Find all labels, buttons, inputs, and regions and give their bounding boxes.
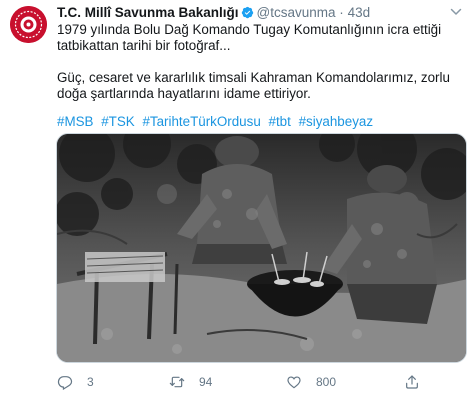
reply-icon bbox=[57, 376, 73, 390]
hashtag-link[interactable]: #tbt bbox=[269, 114, 291, 129]
tweet-header: T.C. Millî Savunma Bakanlığı @tcsavunma ·… bbox=[57, 4, 463, 22]
reply-button[interactable]: 3 bbox=[57, 372, 94, 392]
tweet-photo[interactable] bbox=[56, 133, 467, 363]
tweet-actions: 3 94 800 bbox=[57, 372, 457, 392]
like-icon bbox=[287, 376, 301, 389]
timestamp[interactable]: 43d bbox=[348, 5, 371, 20]
share-icon bbox=[406, 375, 418, 389]
chevron-down-icon[interactable] bbox=[449, 5, 463, 19]
retweet-button[interactable]: 94 bbox=[169, 372, 212, 392]
verified-badge-icon bbox=[241, 6, 254, 19]
hashtag-list: #MSB #TSK #TarihteTürkOrdusu #tbt #siyah… bbox=[57, 114, 467, 130]
hashtag-link[interactable]: #MSB bbox=[57, 114, 93, 129]
hashtag-link[interactable]: #siyahbeyaz bbox=[299, 114, 373, 129]
like-button[interactable]: 800 bbox=[286, 372, 336, 392]
retweet-icon bbox=[169, 376, 185, 388]
hashtag-link[interactable]: #TSK bbox=[101, 114, 135, 129]
reply-count: 3 bbox=[87, 375, 94, 389]
author-handle[interactable]: @tcsavunma bbox=[257, 5, 336, 20]
share-button[interactable] bbox=[404, 372, 434, 392]
tweet-text: 1979 yılında Bolu Dağ Komando Tugay Komu… bbox=[57, 22, 467, 130]
hashtag-link[interactable]: #TarihteTürkOrdusu bbox=[142, 114, 260, 129]
author-name[interactable]: T.C. Millî Savunma Bakanlığı bbox=[57, 5, 239, 20]
tweet-card[interactable]: T.C. Millî Savunma Bakanlığı @tcsavunma ·… bbox=[0, 0, 473, 397]
retweet-count: 94 bbox=[199, 375, 213, 389]
separator-dot: · bbox=[339, 5, 344, 20]
like-count: 800 bbox=[316, 375, 337, 389]
avatar[interactable] bbox=[10, 6, 47, 43]
tweet-text-paragraph-1: 1979 yılında Bolu Dağ Komando Tugay Komu… bbox=[57, 22, 442, 53]
tweet-text-paragraph-2: Güç, cesaret ve kararlılık timsali Kahra… bbox=[57, 70, 450, 101]
